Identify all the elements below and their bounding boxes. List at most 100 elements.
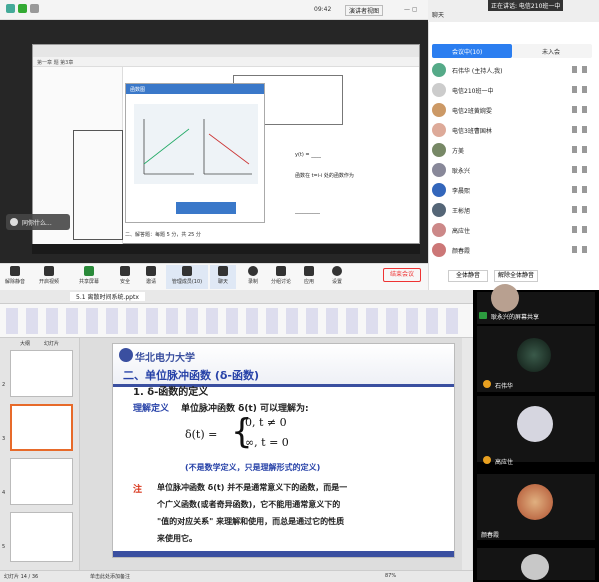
- slide-thumbnail[interactable]: [10, 512, 73, 562]
- end-meeting-button[interactable]: 结束会议: [383, 268, 421, 282]
- notes-placeholder[interactable]: 单击此处添加备注: [90, 573, 130, 580]
- security-button[interactable]: 安全: [112, 265, 138, 289]
- video-tile[interactable]: 石伟华: [477, 326, 595, 392]
- mic-icon: [10, 266, 20, 276]
- slide-thumbnail-active[interactable]: [10, 404, 73, 451]
- ppt-file-tab[interactable]: 5.1 离散时间系统.pptx: [70, 292, 145, 301]
- ribbon-buttons[interactable]: [6, 308, 466, 334]
- mic-cam-icons: [572, 146, 590, 153]
- settings-button[interactable]: 设置: [324, 265, 350, 289]
- avatar: [432, 123, 446, 137]
- member-row[interactable]: 高应住: [432, 220, 592, 240]
- slide-counter: 幻灯片 14 / 36: [4, 574, 39, 580]
- chat-button[interactable]: 聊天: [210, 265, 236, 289]
- slide-number: 2: [2, 382, 6, 388]
- video-name: 颜春霞: [481, 532, 500, 539]
- start-video-button[interactable]: 开启视频: [36, 265, 62, 289]
- tab-outline[interactable]: 大纲: [20, 340, 30, 347]
- panel-mode-label: 聊天: [432, 12, 445, 19]
- apps-icon: [304, 266, 314, 276]
- avatar: [491, 284, 519, 312]
- presenter-view-button[interactable]: 演讲者视图: [345, 5, 384, 16]
- avatar: [432, 243, 446, 257]
- tab-slides[interactable]: 幻灯片: [44, 340, 59, 347]
- apps-button[interactable]: 应用: [296, 265, 322, 289]
- gear-icon: [332, 266, 342, 276]
- mic-cam-icons: [572, 106, 590, 113]
- avatar: [517, 406, 553, 442]
- avatar: [432, 223, 446, 237]
- video-tile[interactable]: [477, 548, 595, 580]
- slide-thumbnail[interactable]: [10, 350, 73, 397]
- slide-thumbnail[interactable]: [10, 458, 73, 505]
- tab-in-meeting[interactable]: 会议中(10): [432, 44, 512, 58]
- speaker-overlay: 同你什么...: [6, 214, 70, 230]
- member-row[interactable]: 电信3班曹国林: [432, 120, 592, 140]
- member-row[interactable]: 方美: [432, 140, 592, 160]
- mic-cam-icons: [572, 186, 590, 193]
- share-screen-button[interactable]: 共享屏幕: [76, 265, 102, 289]
- video-name: 高应住: [495, 459, 514, 466]
- member-row[interactable]: 颜春霞: [432, 240, 592, 260]
- unmute-all-button[interactable]: 解除全体静音: [494, 270, 538, 282]
- ppt-status-bar: 幻灯片 14 / 36 单击此处添加备注 87%: [0, 570, 473, 582]
- record-button[interactable]: 录制: [240, 265, 266, 289]
- mic-icon: [483, 456, 491, 464]
- shared-browser-window: y(t) = ____ 函数在 t=i-i 处的函数作为 __________ …: [32, 44, 420, 245]
- panel-top-bar: 正在讲话: 电信210班一中 聊天: [428, 0, 599, 22]
- shield-icon: [120, 266, 130, 276]
- viewer-button[interactable]: [176, 202, 236, 214]
- meeting-time: 09:42: [314, 6, 332, 13]
- chat-icon: [218, 266, 228, 276]
- member-row[interactable]: 李晨熙: [432, 180, 592, 200]
- paragraph-line: "值的对应关系" 来理解和使用，而总是通过它的性质: [157, 517, 345, 526]
- slide-note: (不是数学定义，只是理解形式的定义): [185, 463, 321, 472]
- slide-heading: 二、单位脉冲函数 (δ-函数): [123, 369, 260, 382]
- member-row[interactable]: 电信210班一中: [432, 80, 592, 100]
- member-row[interactable]: 电信2班黄婉雯: [432, 100, 592, 120]
- doc-line-2: 函数在 t=i-i 处的函数作为: [295, 173, 354, 179]
- university-logo: 华北电力大学: [135, 353, 195, 364]
- member-row[interactable]: 石伟华 (主持人,我): [432, 60, 592, 80]
- slide-subheading: 1. δ-函数的定义: [133, 387, 209, 398]
- slide-scrollbar[interactable]: [462, 338, 472, 570]
- video-tile[interactable]: 高应住: [477, 396, 595, 466]
- invite-button[interactable]: 邀请: [138, 265, 164, 289]
- meeting-title-bar: 09:42 演讲者视图 — ▢: [0, 0, 428, 20]
- doc-footer: 二、解答题：每题 5 分，共 25 分: [125, 232, 201, 238]
- viewer-diagram: [134, 104, 258, 184]
- avatar: [432, 83, 446, 97]
- breakout-button[interactable]: 分组讨论: [268, 265, 294, 289]
- member-row[interactable]: 王彬旭: [432, 200, 592, 220]
- video-tile[interactable]: 耿永兴的屏幕共享: [477, 284, 595, 324]
- image-viewer[interactable]: 函数图: [125, 83, 265, 223]
- video-tile[interactable]: 颜春霞: [477, 474, 595, 540]
- invite-icon: [146, 266, 156, 276]
- paragraph-line: 个广义函数(或者奇异函数)，它不能用通常意义下的: [157, 500, 341, 509]
- formula-case-1: 0, t ≠ 0: [245, 416, 287, 429]
- manage-members-button[interactable]: 管理成员(10): [166, 265, 208, 289]
- window-controls[interactable]: — ▢: [404, 6, 418, 13]
- paragraph-line: 来使用它。: [157, 534, 197, 543]
- mic-cam-icons: [572, 126, 590, 133]
- share-indicator-icon: [479, 312, 487, 319]
- zoom-level[interactable]: 87%: [385, 573, 396, 579]
- shared-taskbar: [32, 244, 420, 254]
- mute-all-button[interactable]: 全体静音: [448, 270, 488, 282]
- avatar: [432, 63, 446, 77]
- university-seal-icon: [119, 348, 133, 362]
- doc-line-3: __________: [295, 208, 320, 214]
- formula-case-2: ∞, t = 0: [245, 436, 289, 449]
- speaking-banner: 正在讲话: 电信210班一中: [488, 0, 564, 11]
- doc-title: 第一章 题 第3章: [37, 60, 74, 66]
- member-row[interactable]: 耿永兴: [432, 160, 592, 180]
- avatar: [517, 338, 551, 372]
- slide-text-label: 理解定义: [133, 404, 170, 414]
- record-icon: [248, 266, 258, 276]
- unmute-button[interactable]: 解除静音: [2, 265, 28, 289]
- mic-cam-icons: [572, 166, 590, 173]
- members-icon: [182, 266, 192, 276]
- avatar: [521, 554, 549, 580]
- tab-not-joined[interactable]: 未入会: [512, 44, 592, 58]
- video-name: 耿永兴的屏幕共享: [491, 314, 540, 321]
